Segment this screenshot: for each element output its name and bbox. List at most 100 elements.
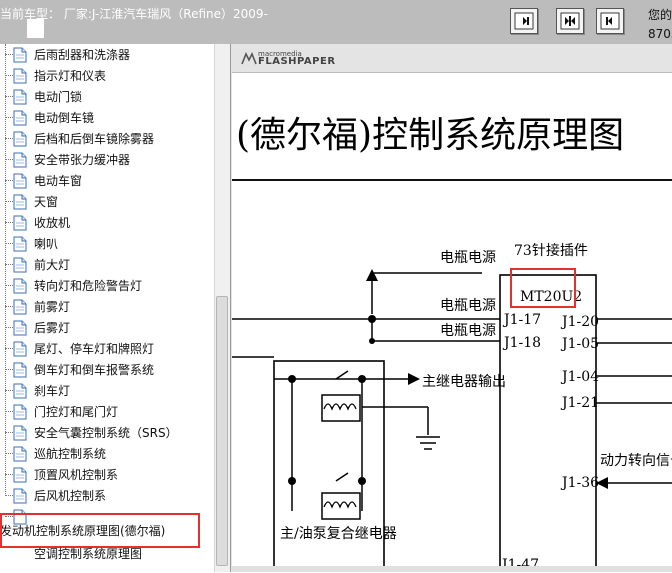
first-page-button[interactable] — [510, 8, 538, 34]
tree-connector — [5, 159, 13, 160]
selection-highlight-box — [0, 513, 200, 548]
tree-guide-line — [5, 44, 6, 494]
tree-item-label: 后风机控制系 — [34, 489, 107, 503]
fit-page-button[interactable] — [556, 8, 584, 34]
tree-connector — [5, 474, 13, 475]
tree-connector — [5, 264, 13, 265]
tree-item-label: 后雾灯 — [34, 321, 71, 335]
document-icon — [13, 152, 27, 168]
logo-text-bottom: FLASHPAPER — [258, 56, 336, 67]
tree-scrollbar-thumb[interactable] — [216, 296, 228, 566]
document-icon — [13, 362, 27, 378]
tree-connector — [5, 243, 13, 244]
battery-power-label-3: 电瓶电源 — [440, 323, 496, 339]
tree-connector — [5, 117, 13, 118]
pin-j1-36: J1-36 — [560, 475, 599, 491]
pin-j1-17: J1-17 — [502, 312, 541, 328]
tree-item-label: 门控灯和尾门灯 — [34, 405, 119, 419]
tree-item[interactable]: 后雨刮器和洗涤器 — [0, 44, 214, 65]
tree-item-label: 倒车灯和倒车报警系统 — [34, 363, 155, 377]
prev-page-button[interactable] — [596, 8, 624, 34]
tree-item-label: 后档和后倒车镜除雾器 — [34, 132, 155, 146]
tree-connector — [5, 495, 13, 496]
tree-item-label: 收放机 — [34, 216, 71, 230]
tree-item[interactable]: 指示灯和仪表 — [0, 65, 214, 86]
document-icon — [13, 89, 27, 105]
document-icon — [13, 110, 27, 126]
main-relay-output-label: 主继电器输出 — [422, 374, 506, 390]
tree-item[interactable]: 天窗 — [0, 191, 214, 212]
pin-j1-20: J1-20 — [560, 314, 599, 330]
right-info-number: 8703 — [648, 27, 672, 41]
tree-item-label: 电动倒车镜 — [34, 111, 95, 125]
document-icon — [13, 278, 27, 294]
tree-connector — [5, 453, 13, 454]
top-toolbar: 当前车型： 厂家:J-江淮汽车瑞风（Refine）2009- 您的 8703 — [0, 0, 672, 45]
document-icon — [13, 173, 27, 189]
tree-item[interactable]: 喇叭 — [0, 233, 214, 254]
tree-connector — [5, 306, 13, 307]
white-square — [27, 19, 44, 38]
tree-item[interactable]: 转向灯和危险警告灯 — [0, 275, 214, 296]
tree-connector — [5, 285, 13, 286]
document-icon — [13, 488, 27, 504]
tree-item-ac-control[interactable]: 空调控制系统原理图 — [34, 545, 142, 562]
tree-item-label: 安全带张力缓冲器 — [34, 153, 131, 167]
tree-connector — [5, 54, 13, 55]
document-icon — [13, 194, 27, 210]
tree-item-label: 电动门锁 — [34, 90, 83, 104]
tree-connector — [5, 432, 13, 433]
tree-item-label: 天窗 — [34, 195, 59, 209]
category-tree: 后雨刮器和洗涤器 指示灯和仪表 电动门锁电动倒车镜后档和后倒车镜除雾器 安全带张力缓冲… — [0, 44, 214, 572]
tree-connector — [5, 201, 13, 202]
tree-item[interactable]: 前大灯 — [0, 254, 214, 275]
tree-item[interactable]: 收放机 — [0, 212, 214, 233]
tree-connector — [5, 222, 13, 223]
tree-item-label: 指示灯和仪表 — [34, 69, 107, 83]
tree-item[interactable]: 刹车灯 — [0, 380, 214, 401]
tree-item[interactable]: 顶置风机控制系 — [0, 464, 214, 485]
tree-connector — [5, 75, 13, 76]
tree-item[interactable]: 巡航控制系统 — [0, 443, 214, 464]
document-icon — [13, 383, 27, 399]
tree-item[interactable]: 电动倒车镜 — [0, 107, 214, 128]
tree-item[interactable]: 倒车灯和倒车报警系统 — [0, 359, 214, 380]
wiring-schematic: 73针接插件 电瓶电源 电瓶电源 电瓶电源 MT20U2 J1-17 J1-18… — [232, 242, 672, 572]
tree-item[interactable]: 电动车窗 — [0, 170, 214, 191]
fit-page-icon — [560, 12, 580, 30]
tree-connector — [5, 390, 13, 391]
tree-item[interactable]: 门控灯和尾门灯 — [0, 401, 214, 422]
tree-item[interactable]: 尾灯、停车灯和牌照灯 — [0, 338, 214, 359]
pin-j1-18: J1-18 — [502, 335, 541, 351]
tree-item-label: 前大灯 — [34, 258, 71, 272]
tree-item[interactable]: 前雾灯 — [0, 296, 214, 317]
tree-connector — [5, 96, 13, 97]
tree-item[interactable]: 安全带张力缓冲器 — [0, 149, 214, 170]
right-info-text: 您的 — [648, 8, 672, 22]
tree-item[interactable]: 后雾灯 — [0, 317, 214, 338]
tree-item[interactable]: 安全气囊控制系统（SRS） — [0, 422, 214, 443]
viewer-horizontal-scrollbar[interactable] — [232, 566, 672, 572]
battery-power-label-2: 电瓶电源 — [440, 298, 496, 314]
tree-connector — [5, 327, 13, 328]
tree-item[interactable]: 电动门锁 — [0, 86, 214, 107]
tree-item-label: 尾灯、停车灯和牌照灯 — [34, 342, 155, 356]
document-icon — [13, 236, 27, 252]
document-icon — [13, 467, 27, 483]
document-icon — [13, 446, 27, 462]
document-icon — [13, 341, 27, 357]
tree-item[interactable]: 后风机控制系 — [0, 485, 214, 506]
document-icon — [13, 299, 27, 315]
tree-item[interactable]: 后档和后倒车镜除雾器 — [0, 128, 214, 149]
pin-j1-04: J1-04 — [560, 369, 599, 385]
document-icon — [13, 215, 27, 231]
document-icon — [13, 404, 27, 420]
pin-j1-05: J1-05 — [560, 336, 599, 352]
document-icon — [13, 257, 27, 273]
document-icon — [13, 425, 27, 441]
tree-item-label: 后雨刮器和洗涤器 — [34, 48, 131, 62]
tree-connector — [5, 138, 13, 139]
tree-connector — [5, 369, 13, 370]
tree-item-label: 安全气囊控制系统（SRS） — [34, 426, 178, 440]
tree-connector — [5, 411, 13, 412]
